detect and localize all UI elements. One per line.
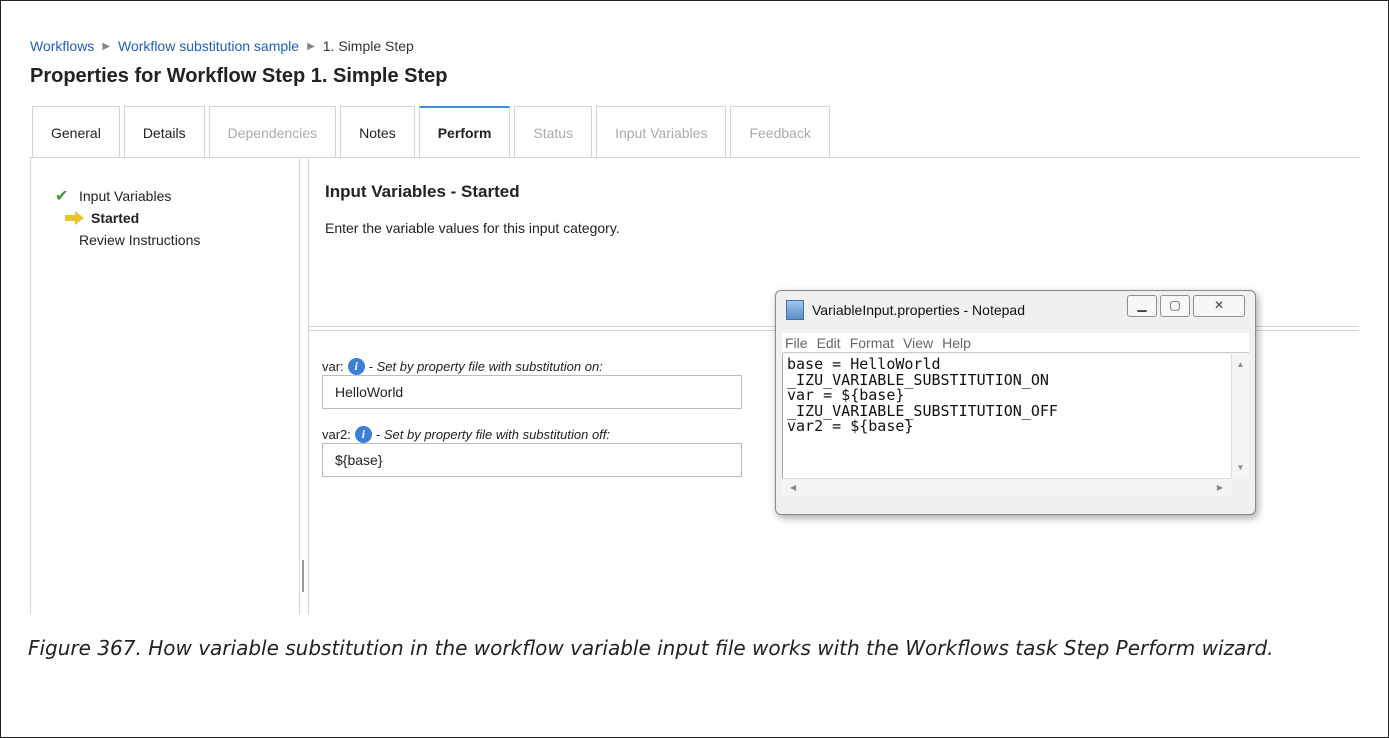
current-step-arrow-icon <box>65 211 85 225</box>
notepad-title-bar[interactable]: VariableInput.properties - Notepad <box>786 297 1025 323</box>
breadcrumb-workflows[interactable]: Workflows <box>30 38 94 54</box>
menu-view[interactable]: View <box>903 335 933 351</box>
text-line: var2 = ${base} <box>787 417 914 435</box>
notepad-text-area[interactable]: base = HelloWorld _IZU_VARIABLE_SUBSTITUT… <box>782 354 1231 478</box>
var2-input[interactable] <box>322 443 742 477</box>
var2-label-name: var2: <box>322 427 351 442</box>
notepad-app-icon <box>786 300 804 320</box>
var-label-note: - Set by property file with substitution… <box>368 359 603 374</box>
scroll-right-icon[interactable]: ▶ <box>1217 483 1223 492</box>
nav-item-input-variables[interactable]: ✔ Input Variables <box>55 185 200 207</box>
splitter-grip-handle[interactable] <box>302 560 304 592</box>
tab-input-variables: Input Variables <box>596 106 727 158</box>
check-icon: ✔ <box>55 188 69 205</box>
breadcrumb-workflow-sample[interactable]: Workflow substitution sample <box>118 38 299 54</box>
menu-file[interactable]: File <box>785 335 808 351</box>
breadcrumb-current: 1. Simple Step <box>322 38 414 54</box>
var-label-name: var: <box>322 359 344 374</box>
breadcrumb-separator-icon: ▶ <box>307 40 315 52</box>
nav-item-label: Input Variables <box>79 188 172 204</box>
info-icon[interactable]: i <box>347 358 365 375</box>
tab-notes[interactable]: Notes <box>340 106 415 158</box>
scroll-down-icon[interactable]: ▼ <box>1232 463 1249 472</box>
notepad-window: VariableInput.properties - Notepad ▁ ▢ ✕… <box>775 290 1256 515</box>
nav-item-label: Started <box>91 210 140 226</box>
tab-details[interactable]: Details <box>123 106 205 158</box>
left-panel-border <box>30 158 31 614</box>
page-title: Properties for Workflow Step 1. Simple S… <box>30 65 448 87</box>
menu-edit[interactable]: Edit <box>817 335 841 351</box>
section-description: Enter the variable values for this input… <box>325 220 620 236</box>
breadcrumb: Workflows ▶ Workflow substitution sample… <box>30 38 414 54</box>
maximize-icon[interactable]: ▢ <box>1160 295 1190 317</box>
menu-help[interactable]: Help <box>942 335 971 351</box>
window-controls: ▁ ▢ ✕ <box>1124 295 1245 317</box>
tab-bar: General Details Dependencies Notes Perfo… <box>32 106 834 158</box>
wizard-nav: ✔ Input Variables Started Review Instruc… <box>55 185 200 251</box>
horizontal-scrollbar[interactable]: ◀ ▶ <box>782 478 1231 496</box>
nav-item-label: Review Instructions <box>79 232 201 248</box>
scroll-left-icon[interactable]: ◀ <box>790 483 796 492</box>
resize-grip-icon[interactable] <box>1231 478 1249 496</box>
vertical-scrollbar[interactable]: ▲ ▼ <box>1231 354 1249 478</box>
section-heading: Input Variables - Started <box>325 182 520 201</box>
tab-status: Status <box>514 106 593 158</box>
tab-general[interactable]: General <box>32 106 120 158</box>
var2-label-note: - Set by property file with substitution… <box>375 427 611 442</box>
scroll-up-icon[interactable]: ▲ <box>1232 360 1249 369</box>
notepad-menu-bar: File Edit Format View Help <box>782 333 1249 353</box>
close-icon[interactable]: ✕ <box>1193 295 1245 317</box>
figure-caption: Figure 367. How variable substitution in… <box>28 636 1274 660</box>
tab-underline <box>30 157 1360 158</box>
panel-splitter[interactable] <box>299 158 309 614</box>
tab-feedback: Feedback <box>730 106 830 158</box>
info-icon[interactable]: i <box>354 426 372 443</box>
notepad-title: VariableInput.properties - Notepad <box>812 302 1025 318</box>
tab-perform[interactable]: Perform <box>418 106 511 158</box>
tab-dependencies: Dependencies <box>208 106 337 158</box>
var2-field-label: var2: i - Set by property file with subs… <box>322 426 610 443</box>
var-field-label: var: i - Set by property file with subst… <box>322 358 603 375</box>
var-input[interactable] <box>322 375 742 409</box>
breadcrumb-separator-icon: ▶ <box>102 40 111 52</box>
nav-item-started[interactable]: Started <box>55 207 200 229</box>
menu-format[interactable]: Format <box>850 335 894 351</box>
nav-item-review-instructions[interactable]: Review Instructions <box>55 229 200 251</box>
minimize-icon[interactable]: ▁ <box>1127 295 1157 317</box>
